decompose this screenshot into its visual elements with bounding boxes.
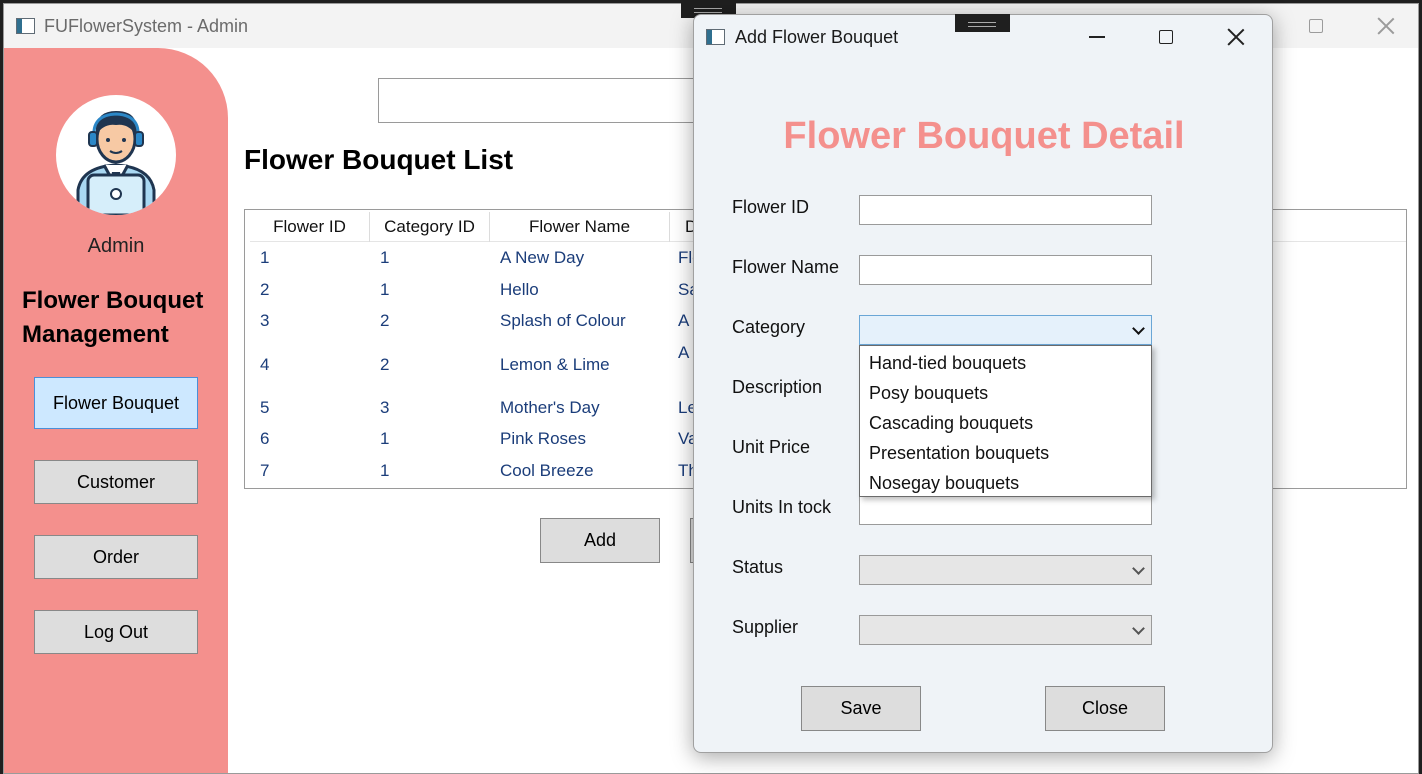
add-flower-bouquet-dialog: Add Flower Bouquet Flower Bouquet Detail…: [693, 14, 1273, 753]
cell-flower-name: Splash of Colour: [500, 311, 626, 330]
cell-flower-id: 3: [260, 311, 270, 330]
main-close-button[interactable]: [1351, 4, 1418, 48]
category-option[interactable]: Presentation bouquets: [860, 438, 1151, 468]
close-button[interactable]: Close: [1045, 686, 1165, 731]
column-header-category-id[interactable]: Category ID: [370, 212, 490, 242]
customer-nav-button[interactable]: Customer: [34, 460, 198, 504]
cell-category-id: 1: [380, 461, 390, 480]
chevron-down-icon: [1132, 562, 1145, 575]
category-option[interactable]: Cascading bouquets: [860, 408, 1151, 438]
flower-id-label: Flower ID: [732, 197, 810, 217]
cell-description: A: [678, 343, 690, 362]
save-button[interactable]: Save: [801, 686, 921, 731]
flower-bouquet-detail-heading: Flower Bouquet Detail: [783, 115, 1185, 157]
units-in-stock-label: Units In tock: [732, 497, 832, 517]
close-icon[interactable]: [1227, 28, 1245, 46]
units-in-stock-input[interactable]: [859, 495, 1152, 525]
close-icon: [1377, 17, 1395, 35]
cell-flower-id: 6: [260, 429, 270, 448]
sidebar: Admin Flower Bouquet Management Flower B…: [4, 48, 228, 773]
flower-name-input[interactable]: [859, 255, 1152, 285]
flower-bouquet-list-title: Flower Bouquet List: [244, 144, 514, 175]
chevron-down-icon: [1132, 622, 1145, 635]
cell-flower-name: Mother's Day: [500, 398, 600, 417]
flower-id-input[interactable]: [859, 195, 1152, 225]
dialog-snap-layout-handle[interactable]: [955, 14, 1010, 32]
cell-description: A: [678, 311, 690, 330]
admin-avatar-illustration: [76, 111, 156, 215]
supplier-label: Supplier: [732, 617, 799, 637]
unit-price-label: Unit Price: [732, 437, 811, 457]
cell-flower-id: 5: [260, 398, 270, 417]
status-label: Status: [732, 557, 784, 577]
category-combobox[interactable]: [859, 315, 1152, 345]
cell-category-id: 2: [380, 311, 390, 330]
maximize-icon[interactable]: [1159, 30, 1173, 44]
cell-flower-name: Lemon & Lime: [500, 355, 610, 374]
cell-flower-name: Pink Roses: [500, 429, 586, 448]
category-label: Category: [732, 317, 806, 337]
admin-label: Admin: [87, 235, 145, 257]
order-nav-button[interactable]: Order: [34, 535, 198, 579]
cell-flower-id: 1: [260, 248, 270, 267]
cell-flower-id: 7: [260, 461, 270, 480]
cell-category-id: 1: [380, 280, 390, 299]
supplier-combobox[interactable]: [859, 615, 1152, 645]
cell-category-id: 1: [380, 429, 390, 448]
cell-category-id: 1: [380, 248, 390, 267]
admin-avatar: [56, 95, 176, 215]
sidebar-heading: Flower Bouquet Management: [22, 287, 204, 348]
app-window-icon: [16, 18, 35, 34]
category-option[interactable]: Posy bouquets: [860, 378, 1151, 408]
cell-flower-name: Cool Breeze: [500, 461, 594, 480]
search-input[interactable]: [378, 78, 708, 123]
flower-name-label: Flower Name: [732, 257, 840, 277]
status-combobox[interactable]: [859, 555, 1152, 585]
category-option[interactable]: Nosegay bouquets: [860, 468, 1151, 498]
main-maximize-button[interactable]: [1281, 4, 1351, 48]
cell-category-id: 3: [380, 398, 390, 417]
cell-flower-id: 2: [260, 280, 270, 299]
description-label: Description: [732, 377, 823, 397]
column-header-flower-id[interactable]: Flower ID: [250, 212, 370, 242]
cell-flower-name: Hello: [500, 280, 539, 299]
category-dropdown-list: Hand-tied bouquets Posy bouquets Cascadi…: [859, 345, 1152, 497]
dialog-window-icon: [706, 29, 725, 45]
dialog-title: Add Flower Bouquet: [735, 27, 899, 47]
category-option[interactable]: Hand-tied bouquets: [860, 348, 1151, 378]
main-window-title: FUFlowerSystem - Admin: [44, 16, 249, 36]
logout-button[interactable]: Log Out: [34, 610, 198, 654]
add-button[interactable]: Add: [540, 518, 660, 563]
column-header-flower-name[interactable]: Flower Name: [490, 212, 670, 242]
flower-bouquet-nav-button[interactable]: Flower Bouquet: [34, 377, 198, 429]
cell-flower-id: 4: [260, 355, 270, 374]
cell-flower-name: A New Day: [500, 248, 585, 267]
chevron-down-icon: [1132, 322, 1145, 335]
maximize-icon: [1309, 19, 1323, 33]
minimize-icon[interactable]: [1089, 36, 1105, 38]
cell-category-id: 2: [380, 355, 390, 374]
